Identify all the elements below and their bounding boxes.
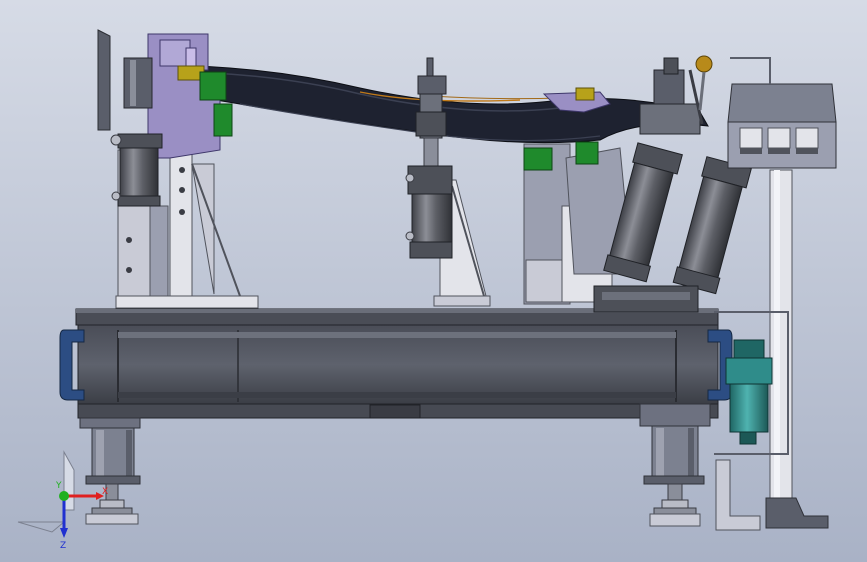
base-bed[interactable] — [59, 308, 733, 419]
fixture-assembly-scene[interactable]: X Y Z — [0, 0, 867, 562]
triad-y-axis — [59, 491, 69, 501]
cad-graphics-viewport[interactable]: X Y Z — [0, 0, 867, 562]
triad-y-label: Y — [55, 481, 62, 491]
left-pneumatic-cylinder — [119, 147, 159, 201]
triad-x-label: X — [102, 487, 108, 497]
middle-pneumatic-cylinder — [411, 193, 453, 245]
triad-z-label: Z — [60, 541, 66, 551]
air-filter-regulator — [729, 383, 769, 433]
lever-knob[interactable] — [695, 55, 713, 73]
